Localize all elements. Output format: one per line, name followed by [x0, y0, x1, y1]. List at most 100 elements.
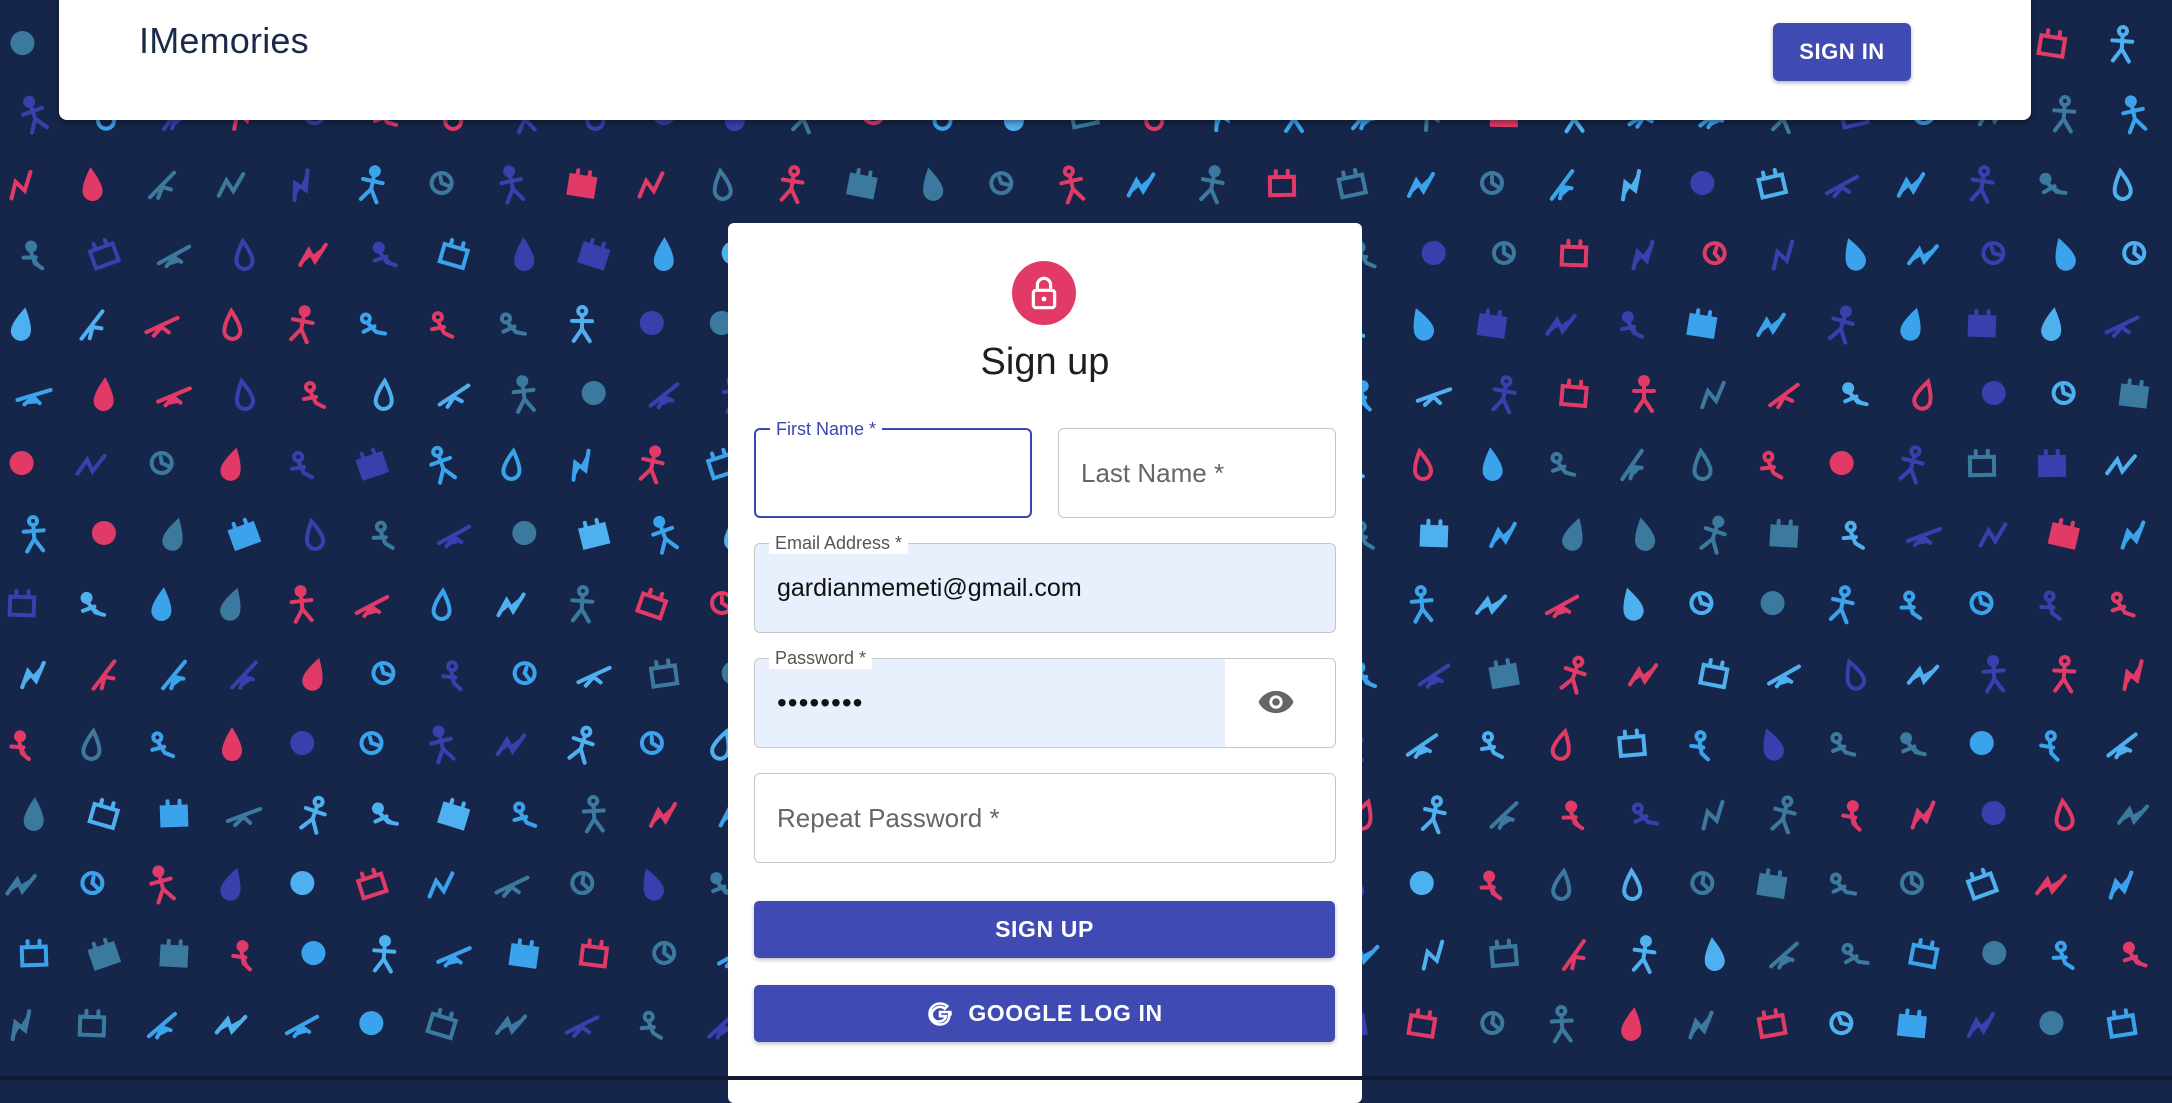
pattern-glyph: [1488, 658, 1520, 690]
pattern-glyph: [845, 168, 878, 200]
pattern-glyph: [1760, 591, 1785, 616]
pattern-glyph: [1126, 172, 1156, 198]
pattern-glyph: [1549, 1005, 1574, 1044]
pattern-glyph: [1768, 382, 1800, 410]
pattern-glyph: [989, 171, 1014, 196]
pattern-glyph: [20, 660, 46, 690]
pattern-glyph: [234, 237, 255, 271]
pattern-glyph: [1479, 870, 1503, 901]
pattern-glyph: [1969, 591, 1994, 616]
last-name-field[interactable]: Last Name *: [1058, 428, 1336, 518]
pattern-glyph: [9, 451, 34, 476]
pattern-glyph: [436, 524, 472, 549]
pattern-glyph: [1756, 1008, 1788, 1040]
google-login-button[interactable]: GOOGLE LOG IN: [754, 985, 1335, 1042]
pattern-glyph: [1412, 447, 1433, 481]
pattern-glyph: [1491, 375, 1517, 415]
pattern-glyph: [1969, 165, 1995, 205]
pattern-glyph: [355, 867, 390, 901]
pattern-glyph: [1969, 731, 1994, 755]
pattern-glyph: [571, 448, 591, 482]
pattern-glyph: [1699, 515, 1727, 555]
pattern-glyph: [1405, 733, 1439, 759]
repeat-password-field[interactable]: Repeat Password *: [754, 773, 1336, 863]
pattern-glyph: [93, 377, 114, 411]
password-field[interactable]: Password * ••••••••: [754, 647, 1336, 748]
pattern-glyph: [1967, 448, 1997, 478]
signup-card: Sign up First Name * Last Name * Email A…: [728, 223, 1362, 1103]
pattern-glyph: [230, 660, 258, 690]
pattern-glyph: [1559, 655, 1587, 695]
pattern-glyph: [1621, 169, 1642, 202]
pattern-glyph: [1622, 867, 1643, 901]
pattern-glyph: [1756, 312, 1786, 337]
pattern-glyph: [371, 520, 395, 550]
pattern-glyph: [1827, 305, 1855, 345]
eye-icon[interactable]: [1257, 689, 1295, 720]
pattern-glyph: [1688, 1010, 1714, 1040]
pattern-glyph: [1981, 381, 2006, 405]
pattern-glyph: [2110, 591, 2136, 618]
pattern-glyph: [499, 312, 527, 336]
pattern-glyph: [495, 1014, 528, 1036]
pattern-glyph: [496, 592, 526, 618]
google-g-icon: [928, 1001, 953, 1026]
pattern-glyph: [373, 377, 394, 411]
email-value: gardianmemeti@gmail.com: [777, 573, 1082, 602]
pattern-glyph: [1690, 171, 1715, 196]
pattern-glyph: [2108, 870, 2134, 900]
pattern-glyph: [437, 797, 471, 831]
pattern-glyph: [2122, 241, 2147, 265]
pattern-glyph: [1336, 168, 1369, 200]
pattern-glyph: [1482, 447, 1503, 481]
pattern-glyph: [2052, 655, 2077, 694]
pattern-glyph: [220, 447, 241, 481]
pattern-glyph: [1824, 174, 1860, 199]
pattern-glyph: [290, 871, 315, 895]
first-name-field[interactable]: First Name *: [754, 418, 1032, 518]
pattern-glyph: [156, 244, 192, 269]
pattern-glyph: [220, 867, 241, 901]
pattern-glyph: [231, 940, 253, 972]
pattern-glyph: [371, 802, 399, 826]
pattern-glyph: [80, 591, 107, 617]
pattern-glyph: [302, 657, 323, 691]
pattern-glyph: [358, 165, 385, 205]
pattern-glyph: [648, 382, 680, 410]
email-field[interactable]: Email Address * gardianmemeti@gmail.com: [754, 532, 1336, 633]
pattern-glyph: [290, 731, 315, 755]
pattern-glyph: [1419, 518, 1449, 548]
pattern-glyph: [2122, 941, 2148, 968]
pattern-glyph: [2110, 25, 2135, 64]
pattern-glyph: [514, 237, 535, 271]
pattern-glyph: [159, 798, 189, 828]
pattern-glyph: [1978, 522, 2008, 548]
pattern-glyph: [1981, 241, 2006, 266]
pattern-glyph: [581, 795, 606, 834]
pattern-glyph: [222, 307, 243, 341]
sign-in-button[interactable]: SIGN IN: [1773, 23, 1911, 81]
pattern-glyph: [1981, 655, 2006, 694]
pattern-glyph: [1966, 1011, 1996, 1038]
pattern-glyph: [1769, 518, 1799, 548]
pattern-glyph: [1702, 241, 1727, 266]
pattern-glyph: [566, 168, 598, 200]
pattern-glyph: [2039, 730, 2060, 762]
pattern-glyph: [1692, 447, 1713, 481]
pattern-glyph: [216, 172, 246, 198]
pattern-glyph: [150, 731, 176, 759]
pattern-glyph: [1905, 526, 1943, 548]
app-bar: IMemories SIGN IN: [59, 0, 2031, 120]
pattern-glyph: [1551, 867, 1572, 901]
pattern-glyph: [147, 170, 177, 200]
pattern-glyph: [91, 659, 117, 691]
pattern-glyph: [1842, 382, 1869, 407]
pattern-glyph: [1417, 663, 1451, 689]
pattern-glyph: [2104, 315, 2140, 338]
pattern-glyph: [430, 311, 455, 339]
pattern-glyph: [1406, 171, 1436, 198]
sign-up-button[interactable]: SIGN UP: [754, 901, 1335, 958]
pattern-glyph: [431, 587, 452, 621]
pattern-glyph: [1409, 871, 1434, 895]
pattern-glyph: [1631, 239, 1655, 271]
